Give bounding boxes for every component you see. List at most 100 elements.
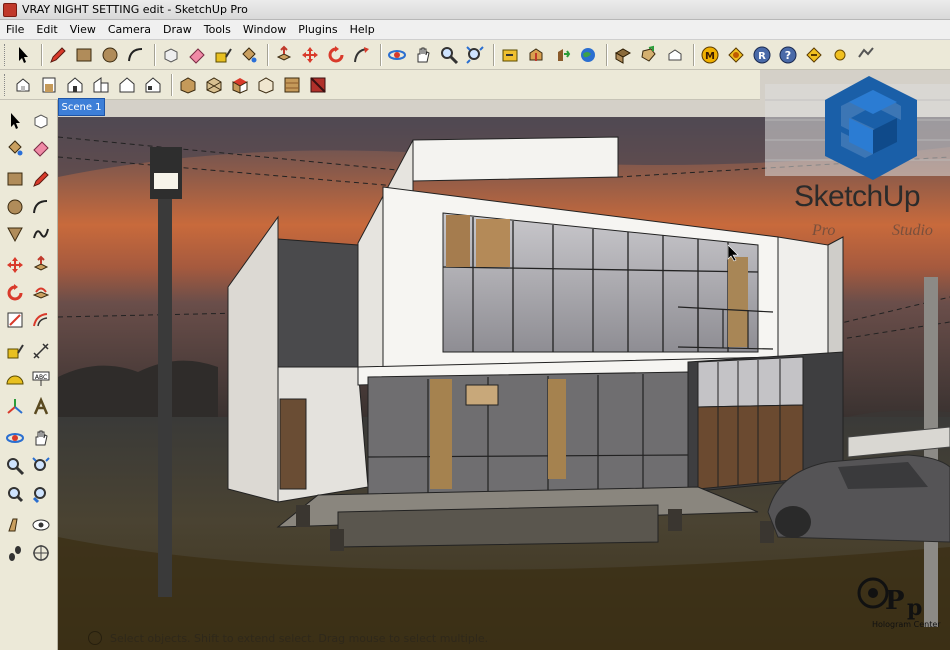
status-help-icon[interactable] [88, 631, 102, 645]
left-move-button[interactable] [3, 253, 27, 277]
left-push-pull-button[interactable] [29, 253, 53, 277]
tape-measure-button[interactable] [211, 43, 235, 67]
push-pull-button[interactable] [272, 43, 296, 67]
left-offset-button[interactable] [29, 308, 53, 332]
google-earth-button[interactable] [576, 43, 600, 67]
left-section-plane-button[interactable] [29, 541, 53, 565]
left-line-button[interactable] [29, 167, 53, 191]
menu-window[interactable]: Window [237, 23, 292, 36]
left-walk-button[interactable] [3, 541, 27, 565]
left-polygon-button[interactable] [3, 222, 27, 246]
vray-light-button[interactable] [828, 43, 852, 67]
extension-button[interactable] [637, 43, 661, 67]
toolbar-separator [41, 43, 42, 66]
vray-help-button[interactable]: ? [776, 43, 800, 67]
vray-frame-buffer-button[interactable] [802, 43, 826, 67]
shaded-style-button[interactable] [254, 73, 278, 97]
tape-measure-icon [215, 47, 232, 62]
front-view-icon [67, 76, 83, 92]
vray-sphere-button[interactable] [854, 43, 878, 67]
get-models-button[interactable] [524, 43, 548, 67]
paint-bucket-button[interactable] [237, 43, 261, 67]
wireframe-style-button[interactable] [202, 73, 226, 97]
zoom-tool-button[interactable] [437, 43, 461, 67]
front-view-button[interactable] [63, 73, 87, 97]
toolbar-grip[interactable] [4, 43, 7, 66]
menu-plugins[interactable]: Plugins [292, 23, 343, 36]
garden-light-4 [760, 521, 774, 543]
rotate-tool-button[interactable] [324, 43, 348, 67]
menu-camera[interactable]: Camera [102, 23, 157, 36]
pencil-tool-button[interactable] [46, 43, 70, 67]
menu-edit[interactable]: Edit [30, 23, 63, 36]
move-tool-button[interactable] [298, 43, 322, 67]
xray-style-button[interactable] [176, 73, 200, 97]
toolbar-grip[interactable] [4, 73, 7, 96]
rotate-icon [328, 45, 344, 62]
left-make-component-button[interactable] [29, 109, 53, 133]
svg-text:M: M [705, 51, 715, 62]
left-position-camera-button[interactable] [3, 513, 27, 537]
menu-file[interactable]: File [0, 23, 30, 36]
left-dimension-button[interactable] [29, 339, 53, 363]
left-pan-button[interactable] [29, 426, 53, 450]
left-rectangle-button[interactable] [3, 167, 27, 191]
previous-view-button[interactable] [498, 43, 522, 67]
zoom-extents-button[interactable] [463, 43, 487, 67]
orbit-icon [6, 433, 24, 443]
left-arc-button[interactable] [29, 195, 53, 219]
orbit-tool-button[interactable] [385, 43, 409, 67]
left-scale-button[interactable] [3, 308, 27, 332]
left-view-button[interactable] [141, 73, 165, 97]
vray-render-button[interactable]: R [750, 43, 774, 67]
pan-tool-button[interactable] [411, 43, 435, 67]
eraser-tool-button[interactable] [185, 43, 209, 67]
shaded-texture-style-button[interactable] [280, 73, 304, 97]
warehouse-button[interactable] [663, 43, 687, 67]
hidden-line-style-button[interactable] [228, 73, 252, 97]
iso-view-button[interactable] [11, 73, 35, 97]
left-eraser-button[interactable] [29, 136, 53, 160]
left-select-button[interactable] [3, 109, 27, 133]
vray-options-button[interactable] [724, 43, 748, 67]
arc-tool-button[interactable] [124, 43, 148, 67]
look-around-icon [32, 519, 50, 531]
left-follow-me-button[interactable] [29, 281, 53, 305]
scene-tab-1[interactable]: Scene 1 [58, 98, 105, 116]
select-tool-button[interactable] [11, 43, 35, 67]
menu-draw[interactable]: Draw [157, 23, 198, 36]
left-zoom-button[interactable] [3, 454, 27, 478]
svg-text:ABC: ABC [35, 374, 47, 381]
left-protractor-button[interactable] [3, 367, 27, 391]
vray-material-button[interactable]: M [698, 43, 722, 67]
rectangle-tool-button[interactable] [72, 43, 96, 67]
left-zoom-extents-button[interactable] [3, 482, 27, 506]
top-view-button[interactable] [37, 73, 61, 97]
follow-me-button[interactable] [350, 43, 374, 67]
left-circle-button[interactable] [3, 195, 27, 219]
left-look-around-button[interactable] [29, 513, 53, 537]
left-tape-measure-button[interactable] [3, 339, 27, 363]
left-3d-text-button[interactable] [29, 395, 53, 419]
menu-help[interactable]: Help [344, 23, 381, 36]
left-zoom-window-button[interactable] [29, 454, 53, 478]
make-component-button[interactable] [159, 43, 183, 67]
menu-tools[interactable]: Tools [198, 23, 237, 36]
menu-view[interactable]: View [64, 23, 102, 36]
left-paint-bucket-button[interactable] [3, 136, 27, 160]
left-orbit-button[interactable] [3, 426, 27, 450]
left-text-button[interactable]: ABC [29, 367, 53, 391]
component-button[interactable] [611, 43, 635, 67]
left-freehand-button[interactable] [29, 222, 53, 246]
back-view-button[interactable] [115, 73, 139, 97]
monochrome-style-button[interactable] [306, 73, 330, 97]
pan-icon [417, 47, 430, 62]
left-rotate-button[interactable] [3, 281, 27, 305]
right-view-button[interactable] [89, 73, 113, 97]
arc-icon [128, 47, 143, 61]
left-axes-button[interactable] [3, 395, 27, 419]
tape-measure-icon [7, 344, 24, 359]
left-previous-button[interactable] [29, 482, 53, 506]
share-model-button[interactable] [550, 43, 574, 67]
circle-tool-button[interactable] [98, 43, 122, 67]
